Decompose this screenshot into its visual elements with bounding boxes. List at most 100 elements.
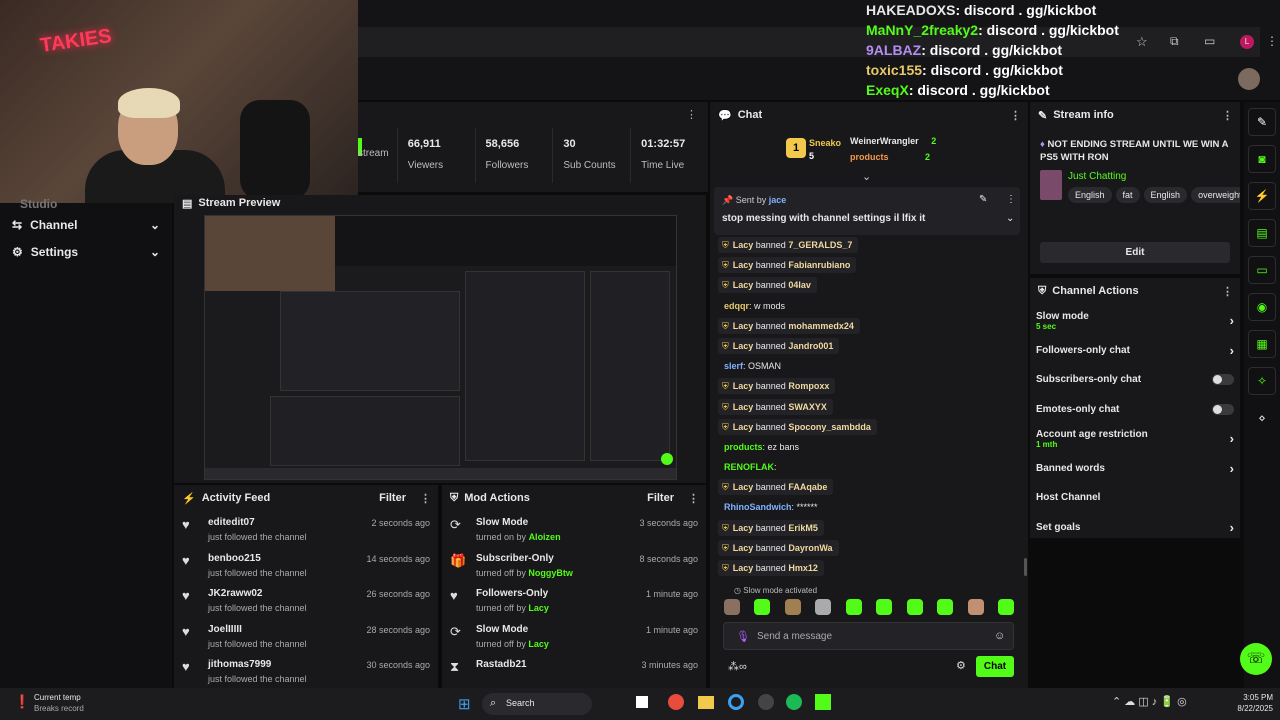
send-chat-button[interactable]: Chat <box>976 656 1014 677</box>
channel-action-emotes-only-chat[interactable]: Emotes-only chat <box>1030 395 1240 425</box>
chat-message[interactable]: ⛨ Lacy banned Spocony_sambdda <box>710 417 1028 437</box>
pinned-menu-icon[interactable]: ⋮ <box>1006 194 1016 205</box>
emote-icon[interactable] <box>997 599 1014 615</box>
emote-icon[interactable] <box>784 599 801 615</box>
chat-message[interactable]: ⛨ Lacy banned 7_GERALDS_7 <box>710 235 1028 255</box>
activity-menu-icon[interactable]: ⋮ <box>420 492 431 505</box>
chat-username[interactable]: edqqr <box>724 301 749 311</box>
edge-icon[interactable] <box>728 694 744 710</box>
chat-username[interactable]: slerf <box>724 361 743 371</box>
wrench-icon[interactable]: ✧ <box>1248 367 1276 395</box>
app-icon[interactable] <box>758 694 774 710</box>
edit-stream-button[interactable]: Edit <box>1040 242 1230 263</box>
chat-message[interactable]: ⛨ Lacy banned Hmx12 <box>710 558 1028 578</box>
nav-item-studio[interactable]: Studio <box>0 197 172 211</box>
mic-icon[interactable]: 🎙 <box>736 630 750 643</box>
unpin-icon[interactable]: ✎ <box>979 194 987 205</box>
toggle-switch[interactable] <box>1212 374 1234 386</box>
chat-scrollbar[interactable] <box>1024 558 1027 576</box>
emote-icon[interactable] <box>815 599 832 615</box>
top-gifter-2[interactable]: WeinerWrangler 2 <box>850 136 936 146</box>
emote-icon[interactable] <box>906 599 923 615</box>
channel-action-set-goals[interactable]: Set goals › <box>1030 513 1240 543</box>
stream-tag[interactable]: overweight <box>1191 187 1240 203</box>
browser-menu-icon[interactable]: ⋮ <box>1266 34 1278 48</box>
weather-widget[interactable]: Current temp Breaks record <box>34 693 84 713</box>
chat-menu-icon[interactable]: ⋮ <box>1010 109 1021 122</box>
taskbar-search[interactable]: ⌕ Search <box>482 693 592 715</box>
chat-bubble-icon[interactable]: ▭ <box>1248 256 1276 284</box>
taskview-icon[interactable] <box>636 696 648 708</box>
emoji-icon[interactable]: ☺ <box>994 630 1005 642</box>
emote-icon[interactable] <box>754 599 771 615</box>
top-gifter-3[interactable]: products 2 <box>850 152 930 162</box>
stream-tag[interactable]: fat <box>1115 187 1140 203</box>
mod-action-row[interactable]: ⟳ Slow Mode turned on by Aloizen 3 seconds … <box>442 511 706 547</box>
stats-menu-icon[interactable]: ⋮ <box>686 108 697 121</box>
activity-row[interactable]: ♥ benboo215 just followed the channel 14 se… <box>174 547 438 583</box>
broadcast-icon[interactable]: ◉ <box>1248 293 1276 321</box>
category-link[interactable]: Just Chatting <box>1068 171 1126 182</box>
chrome-icon[interactable] <box>668 694 684 710</box>
chat-message[interactable]: slerf: OSMAN <box>710 356 1028 376</box>
moderator-name[interactable]: Lacy <box>528 603 549 613</box>
kick-icon[interactable] <box>815 694 831 710</box>
stream-preview-video[interactable] <box>204 215 677 480</box>
channel-action-host-channel[interactable]: Host Channel <box>1030 483 1240 513</box>
collapse-icon[interactable]: ⌄ <box>862 170 871 183</box>
pinned-message[interactable]: 📌 Sent by jace stop messing with channel… <box>714 187 1020 235</box>
mod-action-row[interactable]: ⟳ Slow Mode turned off by Lacy 1 minute ago <box>442 618 706 654</box>
mod-filter-button[interactable]: Filter <box>647 492 674 504</box>
chat-message[interactable]: edqqr: w mods <box>710 296 1028 316</box>
user-avatar[interactable] <box>1238 68 1260 90</box>
chat-message[interactable]: ⛨ Lacy banned DayronWa <box>710 538 1028 558</box>
list-icon[interactable]: ▤ <box>1248 219 1276 247</box>
chat-username[interactable]: RhinoSandwich <box>724 502 792 512</box>
channel-action-followers-only-chat[interactable]: Followers-only chat › <box>1030 336 1240 366</box>
stream-tag[interactable]: English <box>1068 187 1112 203</box>
channel-action-banned-words[interactable]: Banned words › <box>1030 454 1240 484</box>
activity-row[interactable]: ♥ JK2raww02 just followed the channel 26 se… <box>174 582 438 618</box>
chat-settings-left-icon[interactable]: ⁂∞ <box>728 660 747 673</box>
chat-message[interactable]: ⛨ Lacy banned ErikM5 <box>710 518 1028 538</box>
mod-action-row[interactable]: ⧗ Rastadb21 3 minutes ago <box>442 653 706 689</box>
camera-icon[interactable]: ◙ <box>1248 145 1276 173</box>
tray-icons[interactable]: ⌃ ☁ ◫ ♪ 🔋 ◎ <box>1112 695 1187 708</box>
channel-action-account-age-restriction[interactable]: Account age restriction 1 mth › <box>1030 424 1240 454</box>
edit-icon[interactable]: ✎ <box>1248 108 1276 136</box>
users-icon[interactable]: ▦ <box>1248 330 1276 358</box>
emote-icon[interactable] <box>937 599 954 615</box>
chat-username[interactable]: RENOFLAK <box>724 462 774 472</box>
clock[interactable]: 3:05 PM 8/22/2025 <box>1213 693 1273 713</box>
chat-username[interactable]: products <box>724 442 763 452</box>
mod-action-row[interactable]: ♥ Followers-Only turned off by Lacy 1 minut… <box>442 582 706 618</box>
weather-icon[interactable]: ❗ <box>14 694 30 710</box>
pinned-expand-icon[interactable]: ⌄ <box>1006 213 1014 224</box>
activity-row[interactable]: ♥ jithomas7999 just followed the channel 30… <box>174 653 438 689</box>
channel-action-subscribers-only-chat[interactable]: Subscribers-only chat <box>1030 365 1240 395</box>
stream-info-menu-icon[interactable]: ⋮ <box>1222 109 1233 122</box>
stream-tag[interactable]: English <box>1143 187 1188 203</box>
bolt-icon[interactable]: ⚡ <box>1248 182 1276 210</box>
emote-icon[interactable] <box>967 599 984 615</box>
chat-message[interactable]: ⛨ Lacy banned 04lav <box>710 275 1028 295</box>
chat-message[interactable]: ⛨ Lacy banned FAAqabe <box>710 477 1028 497</box>
moderator-name[interactable]: NoggyBtw <box>528 568 573 578</box>
explorer-icon[interactable] <box>698 696 714 709</box>
mod-menu-icon[interactable]: ⋮ <box>688 492 699 505</box>
chat-message[interactable]: ⛨ Lacy banned Fabianrubiano <box>710 255 1028 275</box>
chat-message[interactable]: ⛨ Lacy banned SWAXYX <box>710 397 1028 417</box>
nav-item-settings[interactable]: ⚙ Settings ⌄ <box>0 238 172 265</box>
activity-filter-button[interactable]: Filter <box>379 492 406 504</box>
windows-start-icon[interactable]: ⊞ <box>458 695 471 713</box>
toggle-switch[interactable] <box>1212 403 1234 415</box>
emote-icon[interactable] <box>845 599 862 615</box>
spotify-icon[interactable] <box>786 694 802 710</box>
emote-icon[interactable] <box>876 599 893 615</box>
nav-item-channel[interactable]: ⇆ Channel ⌄ <box>0 211 172 238</box>
activity-row[interactable]: ♥ editedit07 just followed the channel 2 se… <box>174 511 438 547</box>
chat-message[interactable]: products: ez bans <box>710 437 1028 457</box>
chat-gear-icon[interactable]: ⚙ <box>956 659 966 672</box>
chat-message[interactable]: RENOFLAK: <box>710 457 1028 477</box>
support-icon[interactable]: ☏ <box>1240 643 1272 675</box>
